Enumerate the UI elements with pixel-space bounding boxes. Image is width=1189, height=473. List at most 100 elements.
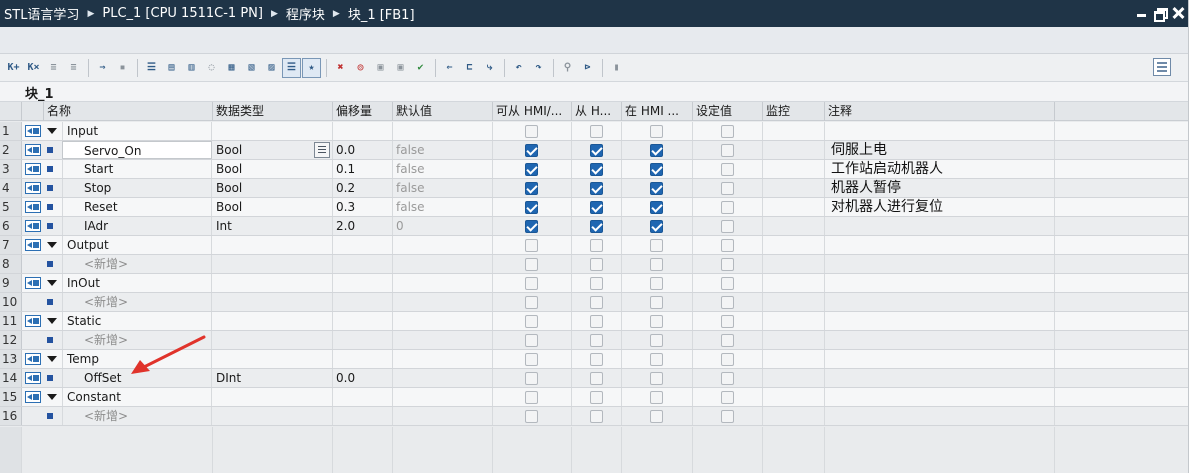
header-default[interactable]: 默认值 [393,102,493,121]
breadcrumb-plc[interactable]: PLC_1 [CPU 1511C-1 PN] [102,6,263,21]
default-cell[interactable] [393,255,493,273]
name-cell[interactable]: Reset [62,198,212,216]
outdent-icon[interactable]: ≡ [64,58,83,78]
name-cell[interactable]: Stop [62,179,212,197]
hmi-access-checkbox[interactable] [525,353,538,366]
default-cell[interactable]: false [393,198,493,216]
download-icon[interactable]: ⇒ [93,58,112,78]
default-cell[interactable] [393,122,493,140]
layout-toggle-icon[interactable] [1153,58,1171,76]
hmi-in-checkbox[interactable] [650,410,663,423]
close-icon[interactable] [1170,4,1185,22]
hmi-from-checkbox[interactable] [590,334,603,347]
branch-icon[interactable]: ⤷ [480,58,499,78]
setpoint-checkbox[interactable] [721,220,734,233]
default-cell[interactable] [393,331,493,349]
collapse-triangle-icon[interactable] [47,394,57,400]
default-cell[interactable] [393,293,493,311]
hmi-in-checkbox[interactable] [650,334,663,347]
comment-cell[interactable] [825,407,1055,425]
table-row[interactable]: 3 Start Bool 0.1 false 工作站启动机器人 [0,160,1189,179]
comment-icon[interactable]: ◌ [202,58,221,78]
table-row[interactable]: 10 <新增> [0,293,1189,312]
setpoint-checkbox[interactable] [721,239,734,252]
watch-icon[interactable]: ⚲ [558,58,577,78]
hmi-in-checkbox[interactable] [650,277,663,290]
type-cell[interactable] [213,388,333,406]
setpoint-checkbox[interactable] [721,125,734,138]
call-icon[interactable]: ⊏ [460,58,479,78]
hmi-access-checkbox[interactable] [525,372,538,385]
name-cell[interactable]: Input [62,122,212,140]
default-cell[interactable] [393,236,493,254]
hmi-access-checkbox[interactable] [525,334,538,347]
minimize-icon[interactable] [1134,4,1149,22]
setpoint-checkbox[interactable] [721,258,734,271]
hmi-in-checkbox[interactable] [650,125,663,138]
name-cell[interactable]: Servo_On [62,141,212,159]
compare-icon[interactable]: ▣ [391,58,410,78]
network-view-icon[interactable]: ☰ [142,58,161,78]
table-row[interactable]: 6 IAdr Int 2.0 0 [0,217,1189,236]
type-cell[interactable] [213,293,333,311]
favorites-icon[interactable]: ★ [302,57,321,78]
hmi-from-checkbox[interactable] [590,277,603,290]
hmi-in-checkbox[interactable] [650,144,663,157]
type-list-icon[interactable] [314,142,330,158]
hmi-access-checkbox[interactable] [525,239,538,252]
hmi-from-checkbox[interactable] [590,353,603,366]
default-cell[interactable]: false [393,141,493,159]
type-cell[interactable] [213,274,333,292]
comment-cell[interactable]: 工作站启动机器人 [825,160,1055,178]
collapse-triangle-icon[interactable] [47,280,57,286]
comment-cell[interactable]: 机器人暂停 [825,179,1055,197]
hmi-access-checkbox[interactable] [525,125,538,138]
table-row[interactable]: 1 Input [0,122,1189,141]
hmi-from-checkbox[interactable] [590,296,603,309]
block-edit-icon[interactable]: ▥ [182,58,201,78]
default-cell[interactable] [393,407,493,425]
delete-row-icon[interactable]: K× [24,58,43,78]
table-row[interactable]: 9 InOut [0,274,1189,293]
hmi-in-checkbox[interactable] [650,239,663,252]
comment-cell[interactable]: 伺服上电 [825,141,1055,159]
comment-cell[interactable] [825,217,1055,235]
hmi-access-checkbox[interactable] [525,220,538,233]
header-hmi-access[interactable]: 可从 HMI/... [493,102,572,121]
comment-cell[interactable] [825,255,1055,273]
breadcrumb-block[interactable]: 块_1 [FB1] [348,4,415,23]
jump-icon[interactable]: ⇐ [440,58,459,78]
table-row[interactable]: 15 Constant [0,388,1189,407]
collapse-triangle-icon[interactable] [47,356,57,362]
setpoint-checkbox[interactable] [721,391,734,404]
block-interface-icon[interactable]: ▤ [162,58,181,78]
hmi-from-checkbox[interactable] [590,315,603,328]
collapse-triangle-icon[interactable] [47,242,57,248]
comment-cell[interactable] [825,350,1055,368]
comment-cell[interactable] [825,388,1055,406]
type-cell[interactable]: Int [213,217,333,235]
insert-row-icon[interactable]: ▧ [242,58,261,78]
remove-all-icon[interactable]: ✖ [331,58,350,78]
type-cell[interactable]: Bool [213,179,333,197]
type-cell[interactable]: Bool [213,160,333,178]
name-cell[interactable]: Static [62,312,212,330]
indent-icon[interactable]: ≡ [44,58,63,78]
insert-block-icon[interactable]: ▨ [262,58,281,78]
hmi-access-checkbox[interactable] [525,296,538,309]
breadcrumb-project[interactable]: STL语言学习 [4,4,79,23]
collapse-triangle-icon[interactable] [47,128,57,134]
table-row[interactable]: 8 <新增> [0,255,1189,274]
setpoint-checkbox[interactable] [721,372,734,385]
hmi-in-checkbox[interactable] [650,391,663,404]
type-cell[interactable]: Bool [213,198,333,216]
memory-icon[interactable]: ▮ [607,58,626,78]
type-cell[interactable] [213,407,333,425]
hmi-in-checkbox[interactable] [650,372,663,385]
hmi-access-checkbox[interactable] [525,410,538,423]
hmi-access-checkbox[interactable] [525,163,538,176]
table-row[interactable]: 7 Output [0,236,1189,255]
hmi-access-checkbox[interactable] [525,315,538,328]
name-cell[interactable]: Output [62,236,212,254]
hmi-from-checkbox[interactable] [590,410,603,423]
